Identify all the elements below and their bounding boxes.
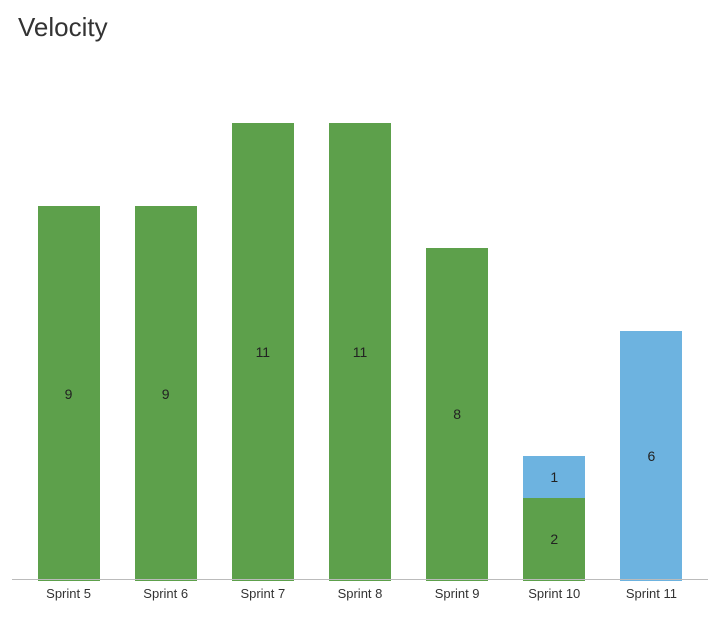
x-axis-label: Sprint 6 xyxy=(117,582,214,610)
x-axis-label: Sprint 11 xyxy=(603,582,700,610)
bar-segment-completed: 2 xyxy=(523,498,585,581)
x-axis-label: Sprint 10 xyxy=(506,582,603,610)
bar-column: 11 xyxy=(214,81,311,581)
x-axis-label: Sprint 8 xyxy=(311,582,408,610)
x-axis-labels: Sprint 5Sprint 6Sprint 7Sprint 8Sprint 9… xyxy=(20,582,700,610)
bar-segment-completed: 9 xyxy=(38,206,100,581)
bar-segment-planned: 6 xyxy=(620,331,682,581)
bar-stack: 9 xyxy=(38,206,100,581)
chart-area: 9911118126 xyxy=(0,51,720,581)
bar-segment-completed: 11 xyxy=(329,123,391,581)
x-axis-label: Sprint 9 xyxy=(409,582,506,610)
bar-stack: 11 xyxy=(232,123,294,581)
bar-column: 12 xyxy=(506,81,603,581)
bar-segment-completed: 9 xyxy=(135,206,197,581)
bars-row: 9911118126 xyxy=(20,81,700,581)
bar-stack: 6 xyxy=(620,331,682,581)
chart-title: Velocity xyxy=(0,12,720,43)
x-axis-label: Sprint 7 xyxy=(214,582,311,610)
bar-segment-completed: 8 xyxy=(426,248,488,581)
bar-column: 9 xyxy=(117,81,214,581)
bar-stack: 12 xyxy=(523,456,585,581)
bar-segment-completed: 11 xyxy=(232,123,294,581)
bar-stack: 11 xyxy=(329,123,391,581)
bar-column: 11 xyxy=(311,81,408,581)
x-axis-label: Sprint 5 xyxy=(20,582,117,610)
bar-column: 9 xyxy=(20,81,117,581)
x-axis-line xyxy=(12,579,708,580)
bar-stack: 8 xyxy=(426,248,488,581)
bar-column: 8 xyxy=(409,81,506,581)
bar-stack: 9 xyxy=(135,206,197,581)
bar-column: 6 xyxy=(603,81,700,581)
bar-segment-planned: 1 xyxy=(523,456,585,498)
